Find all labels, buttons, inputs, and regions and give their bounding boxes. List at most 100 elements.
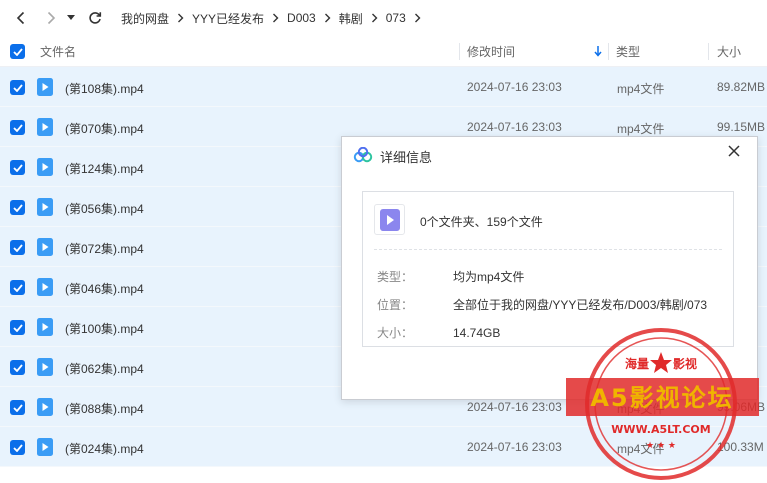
chevron-left-icon <box>16 11 25 25</box>
row-checkbox[interactable] <box>10 160 25 175</box>
chevron-right-icon <box>47 11 56 25</box>
video-file-icon <box>37 278 53 296</box>
check-icon <box>12 283 23 292</box>
column-header-name[interactable]: 文件名 <box>40 43 76 60</box>
caret-down-icon <box>67 15 75 20</box>
file-modified-time: 2024-07-16 23:03 <box>467 120 562 134</box>
chevron-right-icon <box>272 13 279 23</box>
file-name[interactable]: (第100集).mp4 <box>65 320 144 337</box>
close-icon <box>728 145 740 157</box>
file-name[interactable]: (第062集).mp4 <box>65 360 144 377</box>
sort-down-icon[interactable] <box>594 45 602 57</box>
forward-button[interactable] <box>38 5 64 31</box>
video-file-icon <box>37 438 53 456</box>
video-file-icon <box>37 198 53 216</box>
file-type: mp4文件 <box>617 402 665 416</box>
check-icon <box>12 443 23 452</box>
check-icon <box>12 403 23 412</box>
file-size: 99.15MB <box>717 120 766 134</box>
breadcrumb-item[interactable]: YYY已经发布 <box>189 10 267 27</box>
file-modified-time: 2024-07-16 23:03 <box>467 400 562 414</box>
column-divider <box>459 43 460 60</box>
file-size: 100.33M <box>717 440 764 454</box>
table-row[interactable]: (第024集).mp4 2024-07-16 23:03 mp4文件 100.33M <box>0 427 767 467</box>
row-checkbox[interactable] <box>10 120 25 135</box>
breadcrumb: 我的网盘 YYY已经发布 D003 韩剧 073 <box>118 10 426 27</box>
video-file-icon <box>37 318 53 336</box>
close-button[interactable] <box>725 142 743 160</box>
detail-value: 均为mp4文件 <box>453 270 525 284</box>
detail-value[interactable]: 全部位于我的网盘/YYY已经发布/D003/韩剧/073 <box>453 298 707 312</box>
chevron-right-icon <box>177 13 184 23</box>
chevron-right-icon <box>371 13 378 23</box>
dialog-title: 详细信息 <box>380 150 433 165</box>
select-all-checkbox[interactable] <box>10 44 25 59</box>
detail-label: 大小： <box>377 326 414 340</box>
history-dropdown[interactable] <box>64 5 78 31</box>
file-name[interactable]: (第072集).mp4 <box>65 240 144 257</box>
row-checkbox[interactable] <box>10 360 25 375</box>
cloud-logo-icon <box>353 147 373 163</box>
file-name[interactable]: (第088集).mp4 <box>65 400 144 417</box>
column-header-type[interactable]: 类型 <box>616 43 640 60</box>
back-button[interactable] <box>8 5 34 31</box>
file-preview <box>374 204 405 235</box>
row-checkbox[interactable] <box>10 440 25 455</box>
detail-label: 类型： <box>377 270 414 284</box>
detail-location: 位置： 全部位于我的网盘/YYY已经发布/D003/韩剧/073 <box>377 296 707 313</box>
dialog-title-bar: 详细信息 <box>342 137 757 173</box>
breadcrumb-item[interactable]: 我的网盘 <box>118 10 172 27</box>
row-checkbox[interactable] <box>10 400 25 415</box>
video-file-icon <box>37 118 53 136</box>
column-header-size[interactable]: 大小 <box>717 43 741 60</box>
file-size: 99.06MB <box>717 400 766 414</box>
video-file-icon <box>379 208 400 231</box>
row-checkbox[interactable] <box>10 280 25 295</box>
file-modified-time: 2024-07-16 23:03 <box>467 80 562 94</box>
file-modified-time: 2024-07-16 23:03 <box>467 440 562 454</box>
file-name[interactable]: (第070集).mp4 <box>65 120 144 137</box>
breadcrumb-item[interactable]: D003 <box>284 11 319 25</box>
video-file-icon <box>37 158 53 176</box>
column-header-time[interactable]: 修改时间 <box>467 43 515 60</box>
detail-value: 14.74GB <box>453 326 501 340</box>
check-icon <box>12 47 23 56</box>
file-type: mp4文件 <box>617 442 665 456</box>
row-checkbox[interactable] <box>10 240 25 255</box>
file-name[interactable]: (第046集).mp4 <box>65 280 144 297</box>
column-divider <box>708 43 709 60</box>
details-panel: 0个文件夹、159个文件 类型： 均为mp4文件 位置： 全部位于我的网盘/YYY已… <box>362 191 734 347</box>
file-name[interactable]: (第056集).mp4 <box>65 200 144 217</box>
row-checkbox[interactable] <box>10 200 25 215</box>
check-icon <box>12 323 23 332</box>
check-icon <box>12 123 23 132</box>
file-type: mp4文件 <box>617 122 665 136</box>
row-checkbox[interactable] <box>10 320 25 335</box>
check-icon <box>12 163 23 172</box>
refresh-button[interactable] <box>82 5 108 31</box>
file-name[interactable]: (第124集).mp4 <box>65 160 144 177</box>
table-row[interactable]: (第108集).mp4 2024-07-16 23:03 mp4文件 89.82MB <box>0 67 767 107</box>
breadcrumb-item[interactable]: 韩剧 <box>336 10 366 27</box>
check-icon <box>12 363 23 372</box>
detail-label: 位置： <box>377 298 414 312</box>
video-file-icon <box>37 78 53 96</box>
row-checkbox[interactable] <box>10 80 25 95</box>
detail-type: 类型： 均为mp4文件 <box>377 268 524 285</box>
divider <box>374 249 722 250</box>
detail-size: 大小： 14.74GB <box>377 324 500 341</box>
chevron-right-icon <box>414 13 421 23</box>
column-divider <box>608 43 609 60</box>
file-name[interactable]: (第024集).mp4 <box>65 440 144 457</box>
breadcrumb-item[interactable]: 073 <box>383 11 409 25</box>
refresh-icon <box>89 12 102 24</box>
file-type: mp4文件 <box>617 82 665 96</box>
table-header: 文件名 修改时间 类型 大小 <box>0 36 767 67</box>
check-icon <box>12 203 23 212</box>
details-dialog: 详细信息 0个文件夹、159个文件 类型： 均为mp4文件 位置： 全部位于我的网盘… <box>341 136 758 400</box>
check-icon <box>12 83 23 92</box>
video-file-icon <box>37 238 53 256</box>
file-name[interactable]: (第108集).mp4 <box>65 80 144 97</box>
selection-summary: 0个文件夹、159个文件 <box>420 215 543 229</box>
navigation-bar: 我的网盘 YYY已经发布 D003 韩剧 073 <box>0 0 767 36</box>
